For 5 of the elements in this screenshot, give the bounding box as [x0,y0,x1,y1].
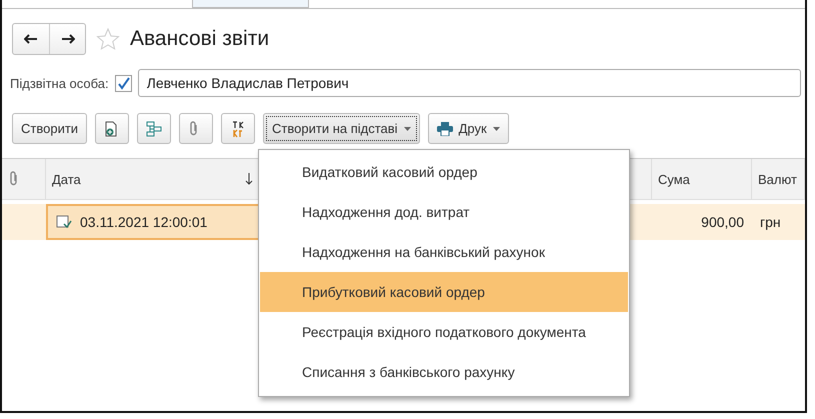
filter-label: Підзвітна особа: [10,76,109,90]
sum-text: 900,00 [701,214,744,230]
date-text: 03.11.2021 12:00:01 [80,214,208,230]
window-title: Авансові звіти [130,27,270,51]
currency-text: грн [760,214,781,230]
